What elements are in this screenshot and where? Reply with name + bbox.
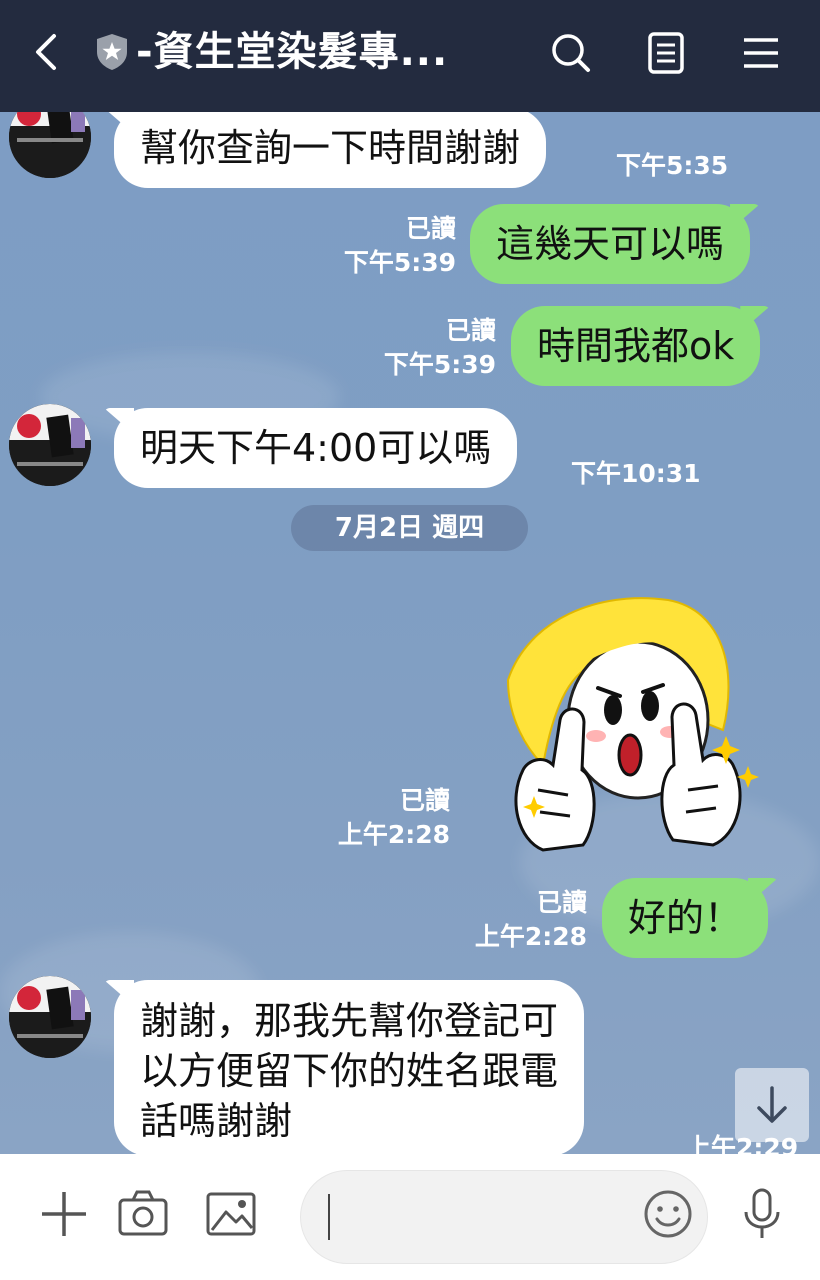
hamburger-menu-icon bbox=[744, 38, 778, 68]
message-bubble-outgoing[interactable]: 時間我都ok bbox=[511, 306, 761, 386]
search-icon bbox=[552, 34, 590, 72]
menu-button[interactable] bbox=[736, 28, 786, 78]
notes-button[interactable] bbox=[641, 28, 691, 78]
message-bubble-incoming[interactable]: 幫你查詢一下時間謝謝 bbox=[114, 112, 547, 188]
back-button[interactable] bbox=[28, 30, 68, 74]
message-time: 下午10:31 bbox=[571, 459, 701, 488]
chat-title[interactable]: -資生堂染髮專... bbox=[136, 24, 448, 80]
message-line: 謝謝，那我先幫你登記可 bbox=[140, 999, 559, 1043]
message-bubble-incoming[interactable]: 謝謝，那我先幫你登記可 以方便留下你的姓名跟電 話嗎謝謝 bbox=[114, 980, 585, 1154]
image-button[interactable] bbox=[204, 1186, 260, 1242]
message-toolbar bbox=[0, 1154, 820, 1280]
date-separator: 7月2日 週四 bbox=[291, 505, 528, 551]
microphone-icon bbox=[744, 1188, 780, 1238]
message-text: 時間我都ok bbox=[537, 324, 735, 368]
text-cursor bbox=[328, 1194, 330, 1240]
message-text: 好的！ bbox=[628, 896, 743, 940]
read-receipt: 已讀 bbox=[445, 316, 496, 345]
message-time: 下午5:35 bbox=[616, 151, 729, 180]
message-line: 以方便留下你的姓名跟電 bbox=[140, 1049, 559, 1093]
arrow-down-icon bbox=[757, 1086, 787, 1123]
camera-icon bbox=[118, 1190, 168, 1236]
plus-icon bbox=[42, 1192, 86, 1236]
message-text: 這幾天可以嗎 bbox=[496, 222, 725, 266]
avatar[interactable] bbox=[9, 404, 91, 486]
read-receipt: 已讀 bbox=[536, 888, 587, 917]
avatar[interactable] bbox=[9, 976, 91, 1058]
message-meta: 已讀 上午2:28 bbox=[338, 784, 450, 852]
add-button[interactable] bbox=[36, 1186, 92, 1242]
message-bubble-outgoing[interactable]: 這幾天可以嗎 bbox=[470, 204, 751, 284]
message-line: 話嗎謝謝 bbox=[140, 1099, 293, 1143]
sticker-thumbs-up[interactable] bbox=[498, 590, 760, 860]
message-meta: 已讀 下午5:39 bbox=[344, 212, 456, 280]
message-meta: 已讀 下午5:39 bbox=[384, 314, 496, 382]
message-time: 下午5:39 bbox=[383, 350, 496, 379]
search-button[interactable] bbox=[546, 28, 596, 78]
emoji-button[interactable] bbox=[640, 1186, 696, 1242]
message-text: 明天下午4:00可以嗎 bbox=[140, 426, 492, 470]
message-bubble-incoming[interactable]: 明天下午4:00可以嗎 bbox=[114, 408, 518, 488]
message-text: 幫你查詢一下時間謝謝 bbox=[140, 126, 521, 170]
image-icon bbox=[206, 1192, 256, 1236]
chat-header: -資生堂染髮專... bbox=[0, 0, 820, 112]
microphone-button[interactable] bbox=[734, 1186, 790, 1242]
shield-star-icon bbox=[94, 32, 130, 72]
camera-button[interactable] bbox=[116, 1186, 172, 1242]
read-receipt: 已讀 bbox=[405, 214, 456, 243]
read-receipt: 已讀 bbox=[399, 786, 450, 815]
scroll-to-bottom-button[interactable] bbox=[735, 1068, 809, 1142]
message-time: 上午2:28 bbox=[337, 820, 450, 849]
message-meta: 已讀 上午2:28 bbox=[475, 886, 587, 954]
message-time: 上午2:28 bbox=[474, 922, 587, 951]
emoji-icon bbox=[644, 1190, 692, 1238]
message-bubble-outgoing[interactable]: 好的！ bbox=[602, 878, 769, 958]
avatar[interactable] bbox=[9, 112, 91, 178]
chevron-left-icon bbox=[36, 34, 56, 70]
chat-area[interactable]: 幫你查詢一下時間謝謝 下午5:35 已讀 下午5:39 這幾天可以嗎 已讀 下午… bbox=[0, 112, 820, 1154]
message-time: 下午5:39 bbox=[343, 248, 456, 277]
notes-icon bbox=[648, 32, 684, 74]
